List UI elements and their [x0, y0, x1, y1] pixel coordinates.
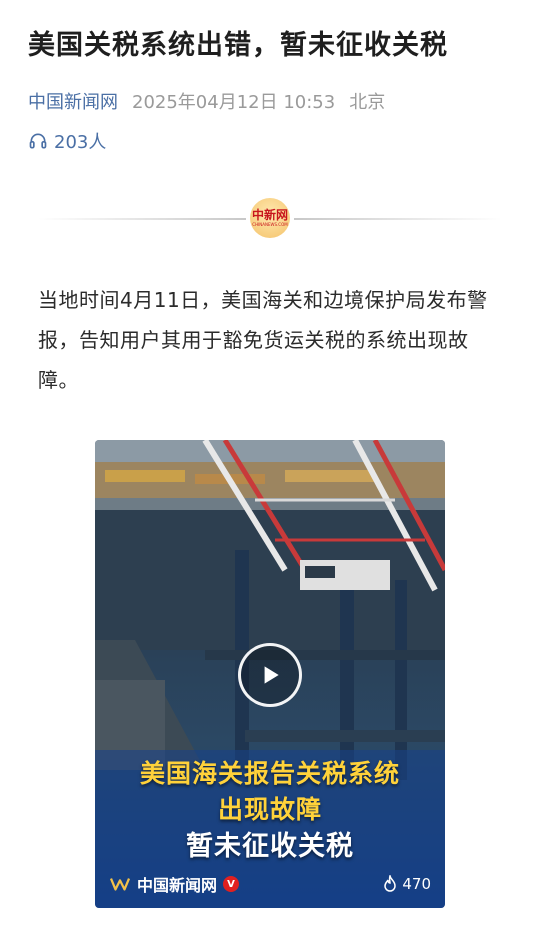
- publish-date: 2025年04月12日 10:53: [132, 92, 336, 113]
- section-divider: 中新网 CHINANEWS.COM: [38, 196, 502, 242]
- video-footer: 中国新闻网 V 470: [109, 870, 431, 898]
- article-title: 美国关税系统出错，暂未征收关税: [28, 30, 448, 61]
- video-player[interactable]: 美国海关报告关税系统 出现故障 暂未征收关税 中国新闻网 V 470: [95, 440, 445, 908]
- chinanews-logo: 中新网 CHINANEWS.COM: [250, 198, 290, 238]
- headphones-icon: [29, 133, 47, 149]
- publish-location: 北京: [349, 92, 386, 113]
- video-caption-line1: 美国海关报告关税系统: [139, 759, 400, 788]
- listen-button[interactable]: 203人: [28, 128, 106, 154]
- video-caption-line2: 出现故障: [217, 795, 322, 824]
- source-link[interactable]: 中国新闻网: [28, 88, 118, 114]
- video-source-label[interactable]: 中国新闻网: [137, 872, 217, 896]
- play-icon: [264, 666, 279, 684]
- logo-text: 中新网: [251, 207, 288, 222]
- listen-count: 203人: [54, 132, 107, 153]
- logo-subtext: CHINANEWS.COM: [252, 221, 288, 227]
- article-body: 当地时间4月11日，美国海关和边境保护局发布警报，告知用户其用于豁免货运关税的系…: [38, 288, 488, 392]
- heat-count: 470: [402, 875, 431, 893]
- divider-line-left: [38, 218, 246, 220]
- flame-icon: [384, 875, 397, 892]
- divider-line-right: [294, 218, 502, 220]
- channel-logo-icon: [109, 878, 131, 891]
- article-meta: 中国新闻网 2025年04月12日 10:53 北京: [28, 88, 385, 114]
- play-button[interactable]: [238, 643, 302, 707]
- verified-badge: V: [223, 876, 240, 892]
- video-caption-line3: 暂未征收关税: [186, 831, 354, 862]
